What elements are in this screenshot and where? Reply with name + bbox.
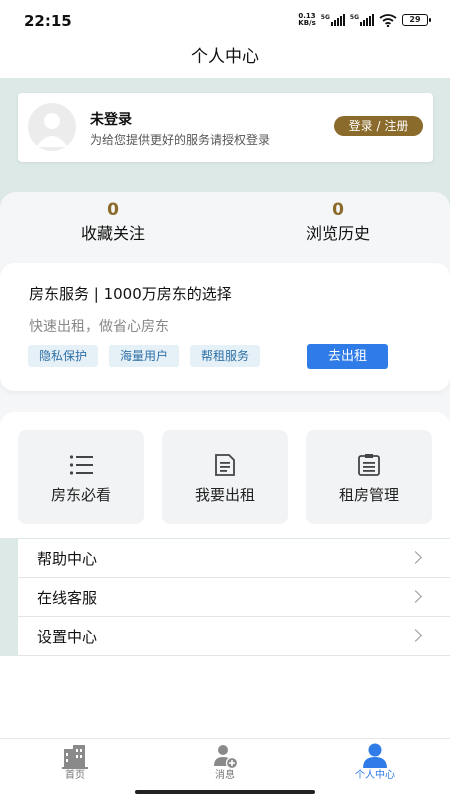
list-icon (69, 455, 93, 475)
menu-label: 在线客服 (37, 589, 98, 607)
clipboard-icon (358, 454, 380, 476)
nav-profile[interactable]: 个人中心 (335, 743, 415, 783)
grid-label: 房东必看 (50, 486, 111, 504)
stat-value: 0 (107, 200, 119, 220)
feature-grid: 房东必看 我要出租 租房管理 (0, 412, 450, 538)
stat-label: 收藏关注 (80, 224, 145, 243)
nav-label: 个人中心 (355, 770, 395, 781)
page-header: 个人中心 (0, 40, 450, 78)
status-icons: 0.13 KB/s 5G 5G 29 (298, 12, 431, 27)
grid-rental-management[interactable]: 租房管理 (306, 430, 432, 524)
stat-label: 浏览历史 (305, 224, 370, 243)
tag-privacy: 隐私保护 (28, 345, 99, 367)
menu-label: 帮助中心 (37, 550, 98, 568)
user-name: 未登录 (90, 112, 132, 128)
signal-icon: 5G (350, 14, 374, 26)
chevron-right-icon (409, 629, 422, 642)
user-description: 为给您提供更好的服务请授权登录 (90, 133, 271, 147)
menu-label: 设置中心 (37, 628, 98, 646)
tag-users: 海量用户 (109, 345, 180, 367)
user-card[interactable]: 未登录 为给您提供更好的服务请授权登录 登录 / 注册 (18, 93, 433, 162)
grid-list-for-rent[interactable]: 我要出租 (162, 430, 288, 524)
tag-rent-service: 帮租服务 (190, 345, 261, 367)
stat-history[interactable]: 0 浏览历史 (268, 198, 408, 246)
grid-label: 我要出租 (194, 486, 255, 504)
document-icon (215, 454, 235, 476)
default-avatar-icon (36, 113, 68, 147)
landlord-tags: 隐私保护 海量用户 帮租服务 (28, 345, 261, 367)
grid-label: 租房管理 (338, 486, 399, 504)
settings-menu: 帮助中心 在线客服 设置中心 (18, 539, 450, 656)
person-icon (363, 743, 387, 768)
stats-row: 0 收藏关注 0 浏览历史 (0, 198, 450, 256)
grid-landlord-must-read[interactable]: 房东必看 (18, 430, 144, 524)
status-time: 22:15 (24, 12, 72, 30)
landlord-subtitle: 快速出租，做省心房东 (29, 319, 169, 335)
stat-favorites[interactable]: 0 收藏关注 (43, 198, 183, 246)
landlord-service-card: 房东服务 | 1000万房东的选择 快速出租，做省心房东 隐私保护 海量用户 帮… (0, 263, 450, 391)
home-indicator[interactable] (135, 790, 315, 794)
menu-item-help[interactable]: 帮助中心 (18, 539, 450, 578)
avatar[interactable] (28, 103, 76, 151)
login-register-button[interactable]: 登录 / 注册 (334, 116, 423, 136)
nav-home[interactable]: 首页 (35, 743, 115, 783)
battery-icon: 29 (402, 14, 431, 26)
menu-item-settings[interactable]: 设置中心 (18, 617, 450, 656)
menu-item-online-service[interactable]: 在线客服 (18, 578, 450, 617)
nav-messages[interactable]: 消息 (185, 743, 265, 783)
page-title: 个人中心 (191, 47, 259, 67)
wifi-icon (379, 13, 397, 27)
chevron-right-icon (409, 551, 422, 564)
signal-icon: 5G (321, 14, 345, 26)
network-speed: 0.13 KB/s (298, 12, 316, 27)
status-bar: 22:15 0.13 KB/s 5G 5G 29 (0, 0, 450, 40)
chevron-right-icon (409, 590, 422, 603)
stat-value: 0 (332, 200, 344, 220)
nav-label: 消息 (215, 770, 235, 781)
building-icon (62, 745, 88, 769)
landlord-title: 房东服务 | 1000万房东的选择 (29, 285, 232, 303)
user-add-icon (214, 745, 239, 769)
nav-label: 首页 (65, 770, 85, 781)
go-rent-button[interactable]: 去出租 (307, 344, 388, 369)
